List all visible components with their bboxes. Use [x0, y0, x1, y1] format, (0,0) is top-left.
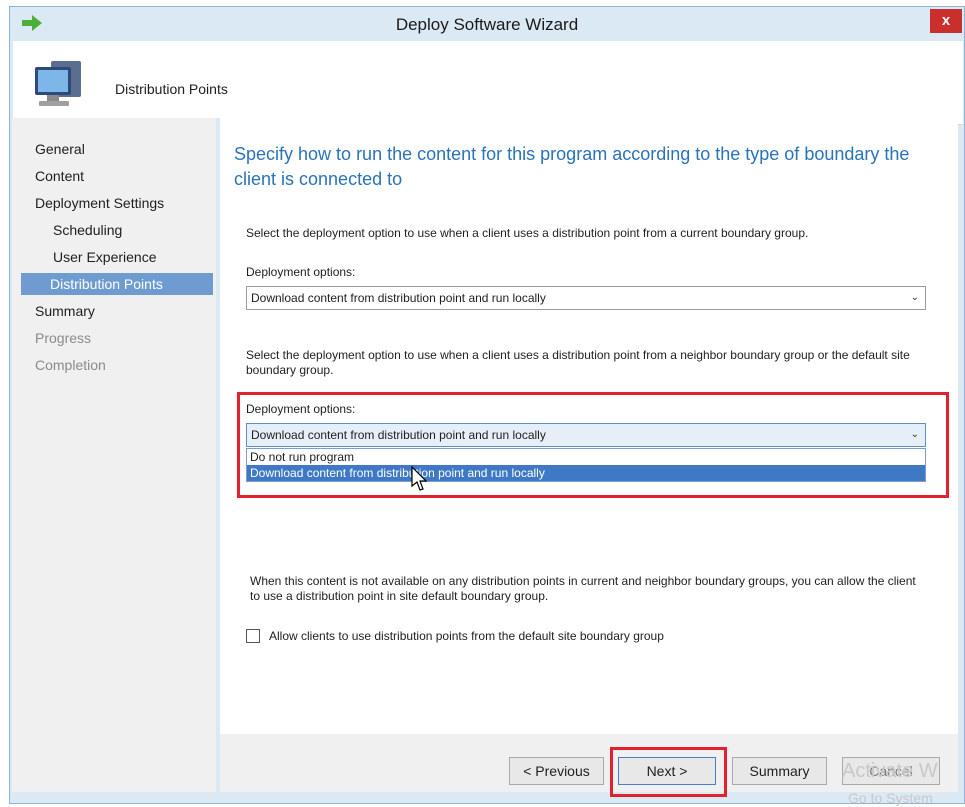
activation-watermark-sub: Go to System [848, 790, 933, 806]
mouse-cursor-icon [411, 466, 428, 491]
sidebar-item-deployment-settings[interactable]: Deployment Settings [12, 192, 218, 214]
computer-icon [35, 61, 81, 106]
chevron-down-icon: ⌄ [910, 292, 919, 303]
previous-button[interactable]: < Previous [509, 757, 604, 785]
sidebar-item-distribution-points[interactable]: Distribution Points [21, 273, 213, 295]
wizard-header: Distribution Points [13, 41, 963, 125]
title-bar: Deploy Software Wizard x [10, 7, 964, 41]
sidebar-item-content[interactable]: Content [12, 165, 218, 187]
highlight-box-dropdown [237, 392, 949, 498]
sidebar-item-progress: Progress [35, 330, 92, 346]
sidebar-item-general[interactable]: General [12, 138, 218, 160]
section2-description: Select the deployment option to use when… [246, 348, 910, 377]
wizard-sidebar: General Content Deployment Settings Sche… [12, 118, 218, 792]
section1-label: Deployment options: [246, 265, 356, 279]
section1-description: Select the deployment option to use when… [246, 226, 809, 240]
sidebar-item-scheduling[interactable]: Scheduling [12, 219, 218, 241]
default-boundary-checkbox-label: Allow clients to use distribution points… [269, 629, 664, 643]
highlight-box-next [610, 747, 727, 797]
content-heading: Specify how to run the content for this … [234, 144, 910, 189]
deployment-options-select-current[interactable]: Download content from distribution point… [246, 286, 926, 310]
sidebar-item-completion: Completion [35, 357, 106, 373]
close-button[interactable]: x [930, 9, 962, 33]
section3-description: When this content is not available on an… [250, 574, 916, 603]
page-title: Distribution Points [115, 81, 228, 97]
sidebar-item-user-experience[interactable]: User Experience [12, 246, 218, 268]
activation-watermark: Activate W [842, 760, 938, 782]
sidebar-item-summary[interactable]: Summary [12, 300, 218, 322]
default-boundary-checkbox[interactable] [246, 629, 260, 643]
window-title: Deploy Software Wizard [395, 15, 579, 34]
select-value: Download content from distribution point… [251, 291, 546, 305]
summary-button[interactable]: Summary [732, 757, 827, 785]
